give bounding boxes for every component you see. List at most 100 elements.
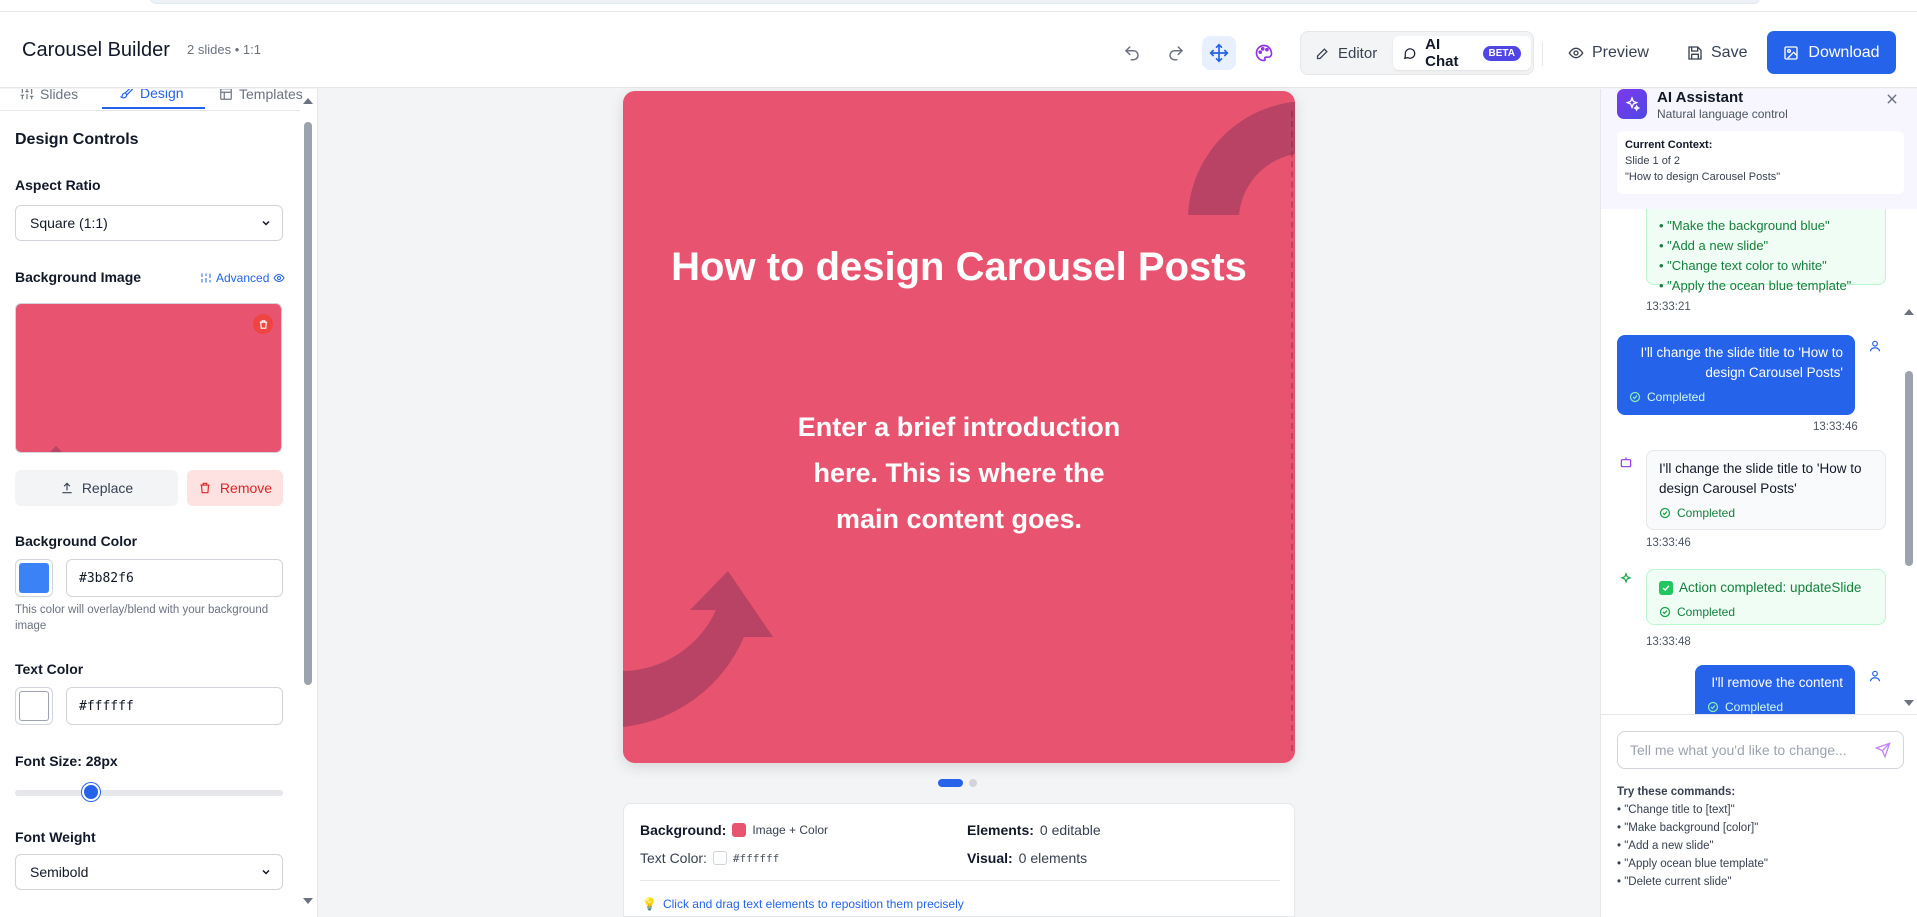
background-color-input[interactable]: #3b82f6	[66, 559, 283, 597]
elements-info-value: 0 editable	[1039, 822, 1101, 838]
scroll-up-icon[interactable]	[1903, 307, 1915, 317]
app-header: Carousel Builder 2 slides • 1:1 Editor A…	[0, 12, 1917, 88]
eye-icon	[273, 273, 285, 283]
chat-input-placeholder: Tell me what you'd like to change...	[1630, 742, 1847, 758]
download-button[interactable]: Download	[1767, 31, 1896, 74]
text-color-swatch[interactable]	[15, 687, 53, 725]
remove-label: Remove	[219, 480, 273, 496]
sidebar-tabs: Slides Design Templates	[0, 89, 303, 111]
scroll-up-icon[interactable]	[302, 96, 314, 106]
save-button[interactable]: Save	[1687, 36, 1747, 70]
checkbox-checked-icon	[1659, 581, 1673, 595]
tab-templates-label: Templates	[239, 89, 303, 102]
slide-pagination	[938, 779, 977, 787]
slide-dot-2[interactable]	[969, 779, 977, 787]
tab-templates[interactable]: Templates	[219, 89, 303, 109]
ai-assistant-subtitle: Natural language control	[1657, 107, 1788, 121]
theme-button[interactable]	[1247, 36, 1281, 70]
download-label: Download	[1808, 43, 1880, 61]
app-title: Carousel Builder	[22, 39, 170, 61]
elements-info-label: Elements:	[967, 822, 1034, 838]
drag-tip: 💡 Click and drag text elements to reposi…	[642, 897, 964, 911]
font-size-slider-thumb[interactable]	[82, 783, 100, 801]
chat-composer: Tell me what you'd like to change... Try…	[1601, 714, 1917, 917]
move-tool-button[interactable]	[1202, 36, 1236, 70]
scroll-down-icon[interactable]	[302, 896, 314, 906]
assistant-message: I'll change the slide title to 'How to d…	[1646, 450, 1886, 530]
command-example: • "Delete current slide"	[1617, 876, 1732, 888]
user-message: I'll change the slide title to 'How to d…	[1617, 335, 1855, 415]
text-color-input[interactable]: #ffffff	[66, 687, 283, 725]
scroll-down-icon[interactable]	[1903, 698, 1915, 708]
sidebar-scrollbar[interactable]	[302, 96, 314, 914]
preview-label: Preview	[1592, 44, 1649, 61]
undo-button[interactable]	[1115, 36, 1149, 70]
background-color-swatch[interactable]	[15, 559, 53, 597]
advanced-label: Advanced	[216, 271, 270, 285]
image-download-icon	[1784, 45, 1799, 60]
close-panel-button[interactable]	[1885, 92, 1899, 106]
aspect-ratio-select[interactable]: Square (1:1)	[15, 205, 283, 241]
mode-toggle: Editor AI Chat BETA	[1300, 31, 1534, 75]
command-example: • "Change title to [text]"	[1617, 804, 1735, 816]
font-weight-select[interactable]: Semibold	[15, 854, 283, 890]
font-size-slider[interactable]	[15, 790, 283, 796]
redo-button[interactable]	[1159, 36, 1193, 70]
message-timestamp: 13:33:46	[1646, 537, 1691, 549]
message-status: Completed	[1629, 387, 1843, 407]
redo-icon	[1169, 46, 1184, 61]
check-circle-icon	[1707, 701, 1719, 713]
message-timestamp: 13:33:21	[1646, 301, 1691, 313]
background-color-label: Background Color	[15, 533, 138, 549]
header-divider	[1542, 42, 1543, 66]
chat-input[interactable]: Tell me what you'd like to change...	[1617, 731, 1904, 769]
remove-image-button[interactable]: Remove	[187, 470, 283, 506]
user-message-text: I'll remove the content	[1711, 675, 1843, 690]
chat-scrollbar[interactable]	[1902, 211, 1916, 797]
visual-info-label: Visual:	[967, 850, 1013, 866]
message-status-label: Completed	[1677, 506, 1736, 520]
suggestion-2: • "Add a new slide"	[1659, 238, 1769, 253]
beta-badge: BETA	[1482, 45, 1521, 61]
chat-scroll-thumb[interactable]	[1905, 371, 1913, 566]
sidebar-scroll-thumb[interactable]	[304, 122, 312, 685]
address-bar	[150, 0, 1760, 4]
slide-info-panel: Background: Image + Color Text Color: #f…	[623, 803, 1295, 917]
tab-design[interactable]: Design	[102, 89, 205, 109]
command-example: • "Apply ocean blue template"	[1617, 858, 1768, 870]
ai-assistant-title: AI Assistant	[1657, 89, 1744, 106]
context-slide: Slide 1 of 2	[1625, 155, 1681, 167]
check-circle-icon	[1659, 507, 1671, 519]
slide-dot-1[interactable]	[938, 779, 963, 787]
lightbulb-icon: 💡	[642, 897, 657, 911]
ai-assistant-header: AI Assistant Natural language control Cu…	[1601, 89, 1917, 209]
save-icon	[1688, 46, 1702, 60]
send-icon[interactable]	[1875, 742, 1891, 758]
message-status: Completed	[1659, 602, 1873, 622]
ai-assistant-panel: AI Assistant Natural language control Cu…	[1600, 89, 1917, 917]
editor-mode-button[interactable]: Editor	[1305, 36, 1391, 70]
visual-info-value: 0 elements	[1018, 850, 1088, 866]
trash-icon	[200, 482, 210, 494]
ai-chat-mode-button[interactable]: AI Chat BETA	[1393, 36, 1531, 70]
slide-title[interactable]: How to design Carousel Posts	[623, 241, 1295, 293]
delete-image-button[interactable]	[253, 314, 273, 334]
user-avatar-icon	[1869, 670, 1881, 682]
text-color-info: Text Color: #ffffff	[640, 850, 779, 866]
tab-slides[interactable]: Slides	[20, 89, 78, 109]
try-commands-title: Try these commands:	[1617, 786, 1736, 798]
action-message: Action completed: updateSlide Completed	[1646, 569, 1886, 625]
advanced-toggle[interactable]: Advanced	[200, 271, 285, 285]
text-color-info-swatch	[712, 851, 727, 865]
preview-button[interactable]: Preview	[1568, 36, 1649, 70]
info-divider	[640, 880, 1280, 881]
slide-body[interactable]: Enter a brief introduction here. This is…	[783, 404, 1135, 542]
tab-design-label: Design	[140, 89, 184, 101]
slide-canvas[interactable]: How to design Carousel Posts Enter a bri…	[623, 91, 1295, 763]
replace-image-button[interactable]: Replace	[15, 470, 178, 506]
suggestion-3: • "Change text color to white"	[1659, 258, 1827, 273]
save-label: Save	[1711, 44, 1748, 61]
aspect-ratio-label: Aspect Ratio	[15, 177, 101, 193]
sliders-icon	[20, 89, 34, 100]
text-color-label: Text Color	[15, 661, 84, 677]
